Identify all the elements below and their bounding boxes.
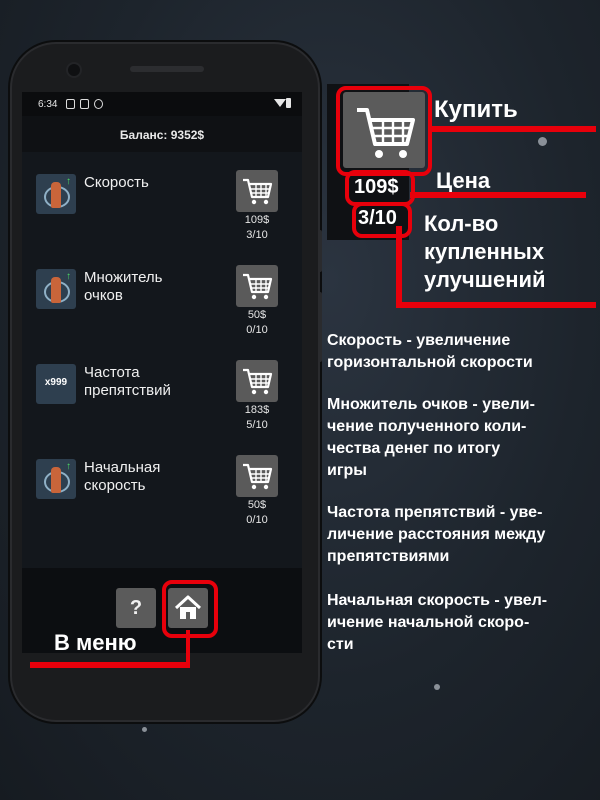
description-obstacles: Частота препятствий - уве- личение расст… [327,504,546,565]
upgrade-count: 3/10 [246,229,268,241]
upgrade-row-speed: ↑ Скорость 109$ 3/10 [36,170,286,260]
count-annotation: Кол-во купленных улучшений [424,211,546,292]
score-multiplier-icon: ↑ [36,269,76,309]
price-annotation: Цена [436,168,491,193]
phone-screen: 6:34 Баланс: 9352$ ↑ Скорость 109$ 3/10 [22,92,302,653]
description-start-speed: Начальная скорость - увел- ичение началь… [327,592,548,653]
annotation-highlight [336,86,432,176]
menu-highlight [162,580,218,638]
upgrade-row-multiplier: ↑ Множитель очков 50$ 0/10 [36,265,286,355]
balance-label: Баланс: 9352$ [119,128,205,142]
upgrade-count: 5/10 [246,419,268,431]
upgrade-row-obstacles: x999 Частота препятствий 183$ 5/10 [36,360,286,450]
buy-button[interactable] [236,360,278,402]
wifi-icon [274,99,286,107]
sd-card-icon [80,99,89,109]
cart-icon [243,368,273,395]
annotation-line [410,192,586,198]
menu-annotation: В меню [54,630,137,655]
buy-annotation: Купить [434,96,518,123]
buy-button[interactable] [236,265,278,307]
front-camera [68,64,80,76]
upgrade-name: Частота препятствий [84,364,171,399]
cart-icon [243,463,273,490]
speed-upgrade-icon: ↑ [36,174,76,214]
shield-icon [66,99,75,109]
cart-icon [243,273,273,300]
buy-button[interactable] [236,170,278,212]
cart-icon [243,178,273,205]
annotation-line [396,226,402,308]
upgrade-count: 0/10 [246,324,268,336]
star [142,727,147,732]
star [538,137,547,146]
status-time: 6:34 [38,99,58,110]
description-multiplier: Множитель очков - увели- чение полученно… [327,396,535,479]
description-speed: Скорость - увеличение горизонтальной ско… [327,332,533,371]
buy-button[interactable] [236,455,278,497]
upgrade-row-start-speed: ↑ Начальная скорость 50$ 0/10 [36,455,286,545]
annotation-line [430,126,596,132]
upgrade-shop: ↑ Скорость 109$ 3/10 ↑ Множитель очков 5… [22,152,302,568]
upgrade-count: 0/10 [246,514,268,526]
annotation-highlight [352,202,412,238]
annotation-line [396,302,596,308]
sync-icon [94,99,103,109]
status-bar: 6:34 [22,92,302,116]
upgrade-price: 50$ [247,309,267,321]
start-speed-icon: ↑ [36,459,76,499]
earpiece-speaker [130,66,204,72]
upgrade-name: Множитель очков [84,269,163,304]
upgrade-name: Скорость [84,174,149,191]
upgrade-price: 183$ [244,404,270,416]
upgrade-price: 109$ [244,214,270,226]
annotation-highlight [345,170,415,206]
upgrade-price: 50$ [247,499,267,511]
annotation-line [30,662,190,668]
volume-button [318,292,322,362]
obstacle-frequency-icon: x999 [36,364,76,404]
star [434,684,440,690]
power-button [318,230,322,272]
help-button[interactable]: ? [116,588,156,628]
upgrade-name: Начальная скорость [84,459,161,494]
battery-icon [286,98,291,108]
